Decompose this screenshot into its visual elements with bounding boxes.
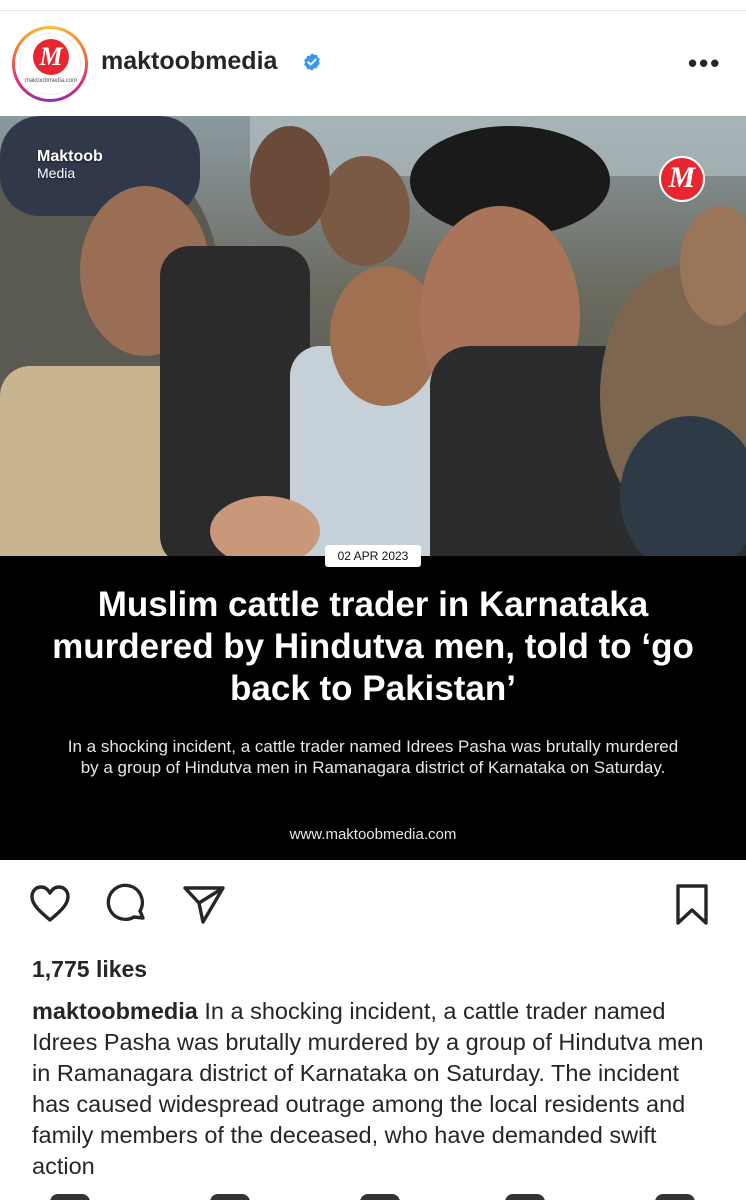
likes-count[interactable]: 1,775 likes	[32, 956, 147, 983]
post-media[interactable]: Maktoob Media M 02 APR 2023 Muslim cattl…	[0, 116, 746, 860]
caption-username[interactable]: maktoobmedia	[32, 998, 198, 1024]
watermark-text: Maktoob Media	[37, 148, 103, 182]
avatar[interactable]: M maktoobmedia.com	[12, 26, 88, 102]
site-url: www.maktoobmedia.com	[289, 826, 457, 843]
post-headline: Muslim cattle trader in Karnataka murder…	[52, 585, 694, 708]
post-text-panel: Muslim cattle trader in Karnataka murder…	[0, 556, 746, 860]
more-options-icon[interactable]: •••	[688, 48, 721, 79]
verified-badge-icon	[304, 53, 320, 71]
post-username[interactable]: maktoobmedia	[101, 47, 277, 76]
bookmark-icon[interactable]	[668, 880, 716, 928]
watermark-logo: M	[659, 156, 705, 202]
bottom-nav-peek	[0, 1180, 746, 1200]
post-header: M maktoobmedia.com maktoobmedia •••	[0, 18, 746, 114]
post-caption: maktoobmedia In a shocking incident, a c…	[32, 996, 722, 1174]
maktoob-logo: M	[33, 39, 69, 75]
date-label: 02 APR 2023	[325, 545, 421, 567]
post-summary: In a shocking incident, a cattle trader …	[67, 737, 679, 777]
avatar-brand-text: maktoobmedia.com	[24, 78, 78, 84]
caption-text: In a shocking incident, a cattle trader …	[32, 998, 704, 1174]
post-actions	[0, 880, 746, 936]
heart-icon[interactable]	[26, 880, 74, 928]
comment-icon[interactable]	[103, 880, 151, 928]
top-divider	[0, 10, 746, 11]
send-icon[interactable]	[180, 880, 228, 928]
post-photo: Maktoob Media M	[0, 116, 746, 556]
